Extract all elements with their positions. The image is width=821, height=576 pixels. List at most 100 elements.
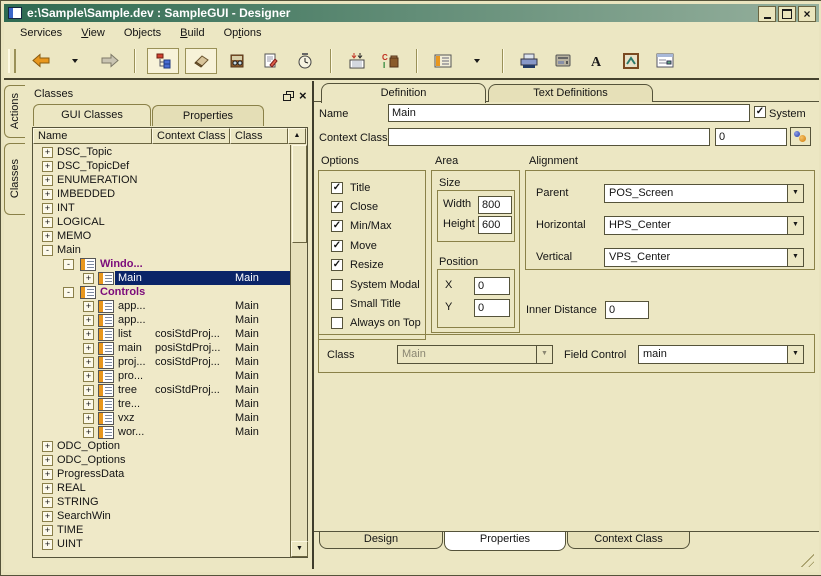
tree-expand-toggle[interactable]: + [42, 161, 53, 172]
dock-close-icon[interactable]: × [299, 88, 307, 103]
combobox-arrow-icon[interactable]: ▼ [787, 185, 803, 202]
menu-item-options[interactable]: Options [215, 24, 272, 42]
checkbox-close[interactable]: ✓ [331, 201, 343, 213]
y-input[interactable]: 0 [474, 299, 510, 317]
tree-row[interactable]: +app...Main [33, 299, 290, 313]
field-control-combobox-arrow-icon[interactable]: ▼ [787, 346, 803, 363]
toolbar-button-form-view[interactable] [428, 49, 458, 73]
tree-row[interactable]: +vxzMain [33, 411, 290, 425]
tree-expand-toggle[interactable]: + [83, 273, 94, 284]
checkbox-always-on-top[interactable] [331, 317, 343, 329]
toolbar-button-code-generation[interactable]: CI [376, 49, 406, 73]
sidebar-tab-actions[interactable]: Actions [4, 85, 25, 138]
tree-expand-toggle[interactable]: + [83, 371, 94, 382]
minimize-button[interactable] [758, 6, 776, 22]
tree-row[interactable]: +MainMain [33, 271, 290, 285]
toolbar-button-import[interactable] [342, 49, 372, 73]
context-class-index-input[interactable]: 0 [715, 128, 787, 146]
tree-expand-toggle[interactable]: - [63, 287, 74, 298]
menu-item-build[interactable]: Build [171, 24, 214, 42]
tab-design[interactable]: Design [319, 532, 443, 549]
tree-row[interactable]: +DSC_TopicDef [33, 159, 290, 173]
context-class-input[interactable] [388, 128, 710, 146]
tree-row[interactable]: +REAL [33, 481, 290, 495]
option-row-resize[interactable]: ✓Resize [319, 256, 425, 275]
tree-row[interactable]: +DSC_Topic [33, 145, 290, 159]
scroll-down-button[interactable]: ▼ [291, 541, 308, 557]
maximize-button[interactable] [778, 6, 796, 22]
toolbar-button-edit-definition[interactable] [256, 49, 286, 73]
option-row-min-max[interactable]: ✓Min/Max [319, 217, 425, 236]
tree-expand-toggle[interactable]: + [83, 343, 94, 354]
toolbar-button-form-view-dropdown[interactable] [462, 49, 492, 73]
tree-row[interactable]: +proj...cosiStdProj...Main [33, 355, 290, 369]
combobox-arrow-icon[interactable]: ▼ [787, 249, 803, 266]
scroll-up-button[interactable]: ▲ [288, 128, 306, 144]
tree-row[interactable]: -Windo... [33, 257, 290, 271]
tree-expand-toggle[interactable]: + [42, 455, 53, 466]
tab-context-class[interactable]: Context Class [567, 532, 690, 549]
menu-item-objects[interactable]: Objects [115, 24, 171, 42]
option-row-close[interactable]: ✓Close [319, 197, 425, 216]
float-window-icon[interactable] [283, 91, 294, 101]
option-row-small-title[interactable]: Small Title [319, 294, 425, 313]
tree-row[interactable]: +LOGICAL [33, 215, 290, 229]
tree-expand-toggle[interactable]: + [42, 231, 53, 242]
tree-row[interactable]: +pro...Main [33, 369, 290, 383]
toolbar-grip[interactable] [8, 49, 16, 73]
checkbox-small-title[interactable] [331, 298, 343, 310]
toolbar-button-forward[interactable] [94, 49, 124, 73]
field-control-combobox[interactable]: main ▼ [638, 345, 804, 364]
tree-row[interactable]: +treecosiStdProj...Main [33, 383, 290, 397]
tree-expand-toggle[interactable]: + [42, 147, 53, 158]
tree-expand-toggle[interactable]: - [63, 259, 74, 270]
tree-expand-toggle[interactable]: + [42, 203, 53, 214]
toolbar-button-library[interactable] [222, 49, 252, 73]
tree-row[interactable]: +listcosiStdProj...Main [33, 327, 290, 341]
toolbar-button-device[interactable] [548, 49, 578, 73]
toolbar-button-print[interactable] [514, 49, 544, 73]
tree-expand-toggle[interactable]: + [42, 539, 53, 550]
tree-row[interactable]: +tre...Main [33, 397, 290, 411]
toolbar-button-back-dropdown[interactable] [60, 49, 90, 73]
tree-expand-toggle[interactable]: + [83, 329, 94, 340]
vertical-combobox[interactable]: VPS_Center▼ [604, 248, 804, 267]
system-checkbox[interactable]: ✓ [754, 106, 766, 118]
scrollbar-thumb[interactable] [292, 145, 307, 243]
title-bar[interactable]: e:\Sample\Sample.dev : SampleGUI - Desig… [4, 4, 819, 22]
tab-properties[interactable]: Properties [444, 532, 566, 551]
column-header-context-class[interactable]: Context Class [152, 128, 230, 144]
tab-gui-classes[interactable]: GUI Classes [33, 104, 151, 126]
tab-definition[interactable]: Definition [321, 83, 486, 103]
toolbar-button-eraser[interactable] [185, 48, 217, 74]
tree-expand-toggle[interactable]: + [83, 399, 94, 410]
context-class-lookup-button[interactable] [790, 127, 811, 146]
tree-expand-toggle[interactable]: + [83, 427, 94, 438]
panel-splitter[interactable] [312, 81, 314, 569]
name-input[interactable]: Main [388, 104, 750, 122]
menu-item-services[interactable]: Services [11, 24, 72, 42]
menu-item-view[interactable]: View [72, 24, 115, 42]
sidebar-tab-classes[interactable]: Classes [4, 143, 25, 215]
tree-row[interactable]: +IMBEDDED [33, 187, 290, 201]
tree-expand-toggle[interactable]: + [83, 301, 94, 312]
width-input[interactable]: 800 [478, 196, 512, 214]
inner-distance-input[interactable]: 0 [605, 301, 649, 319]
height-input[interactable]: 600 [478, 216, 512, 234]
x-input[interactable]: 0 [474, 277, 510, 295]
resize-grip[interactable] [798, 553, 814, 567]
tree-expand-toggle[interactable]: + [42, 525, 53, 536]
toolbar-button-font[interactable]: A [582, 49, 612, 73]
toolbar-button-back[interactable] [26, 49, 56, 73]
tab-text-definitions[interactable]: Text Definitions [488, 84, 653, 102]
column-header-class[interactable]: Class [230, 128, 288, 144]
tree-expand-toggle[interactable]: + [83, 357, 94, 368]
tree-row[interactable]: +MEMO [33, 229, 290, 243]
tree-expand-toggle[interactable]: + [83, 385, 94, 396]
option-row-system-modal[interactable]: System Modal [319, 275, 425, 294]
tree-row[interactable]: +mainposiStdProj...Main [33, 341, 290, 355]
tree-expand-toggle[interactable]: + [42, 441, 53, 452]
tree-expand-toggle[interactable]: + [42, 497, 53, 508]
tree-expand-toggle[interactable]: + [42, 175, 53, 186]
tree-row[interactable]: -Controls [33, 285, 290, 299]
